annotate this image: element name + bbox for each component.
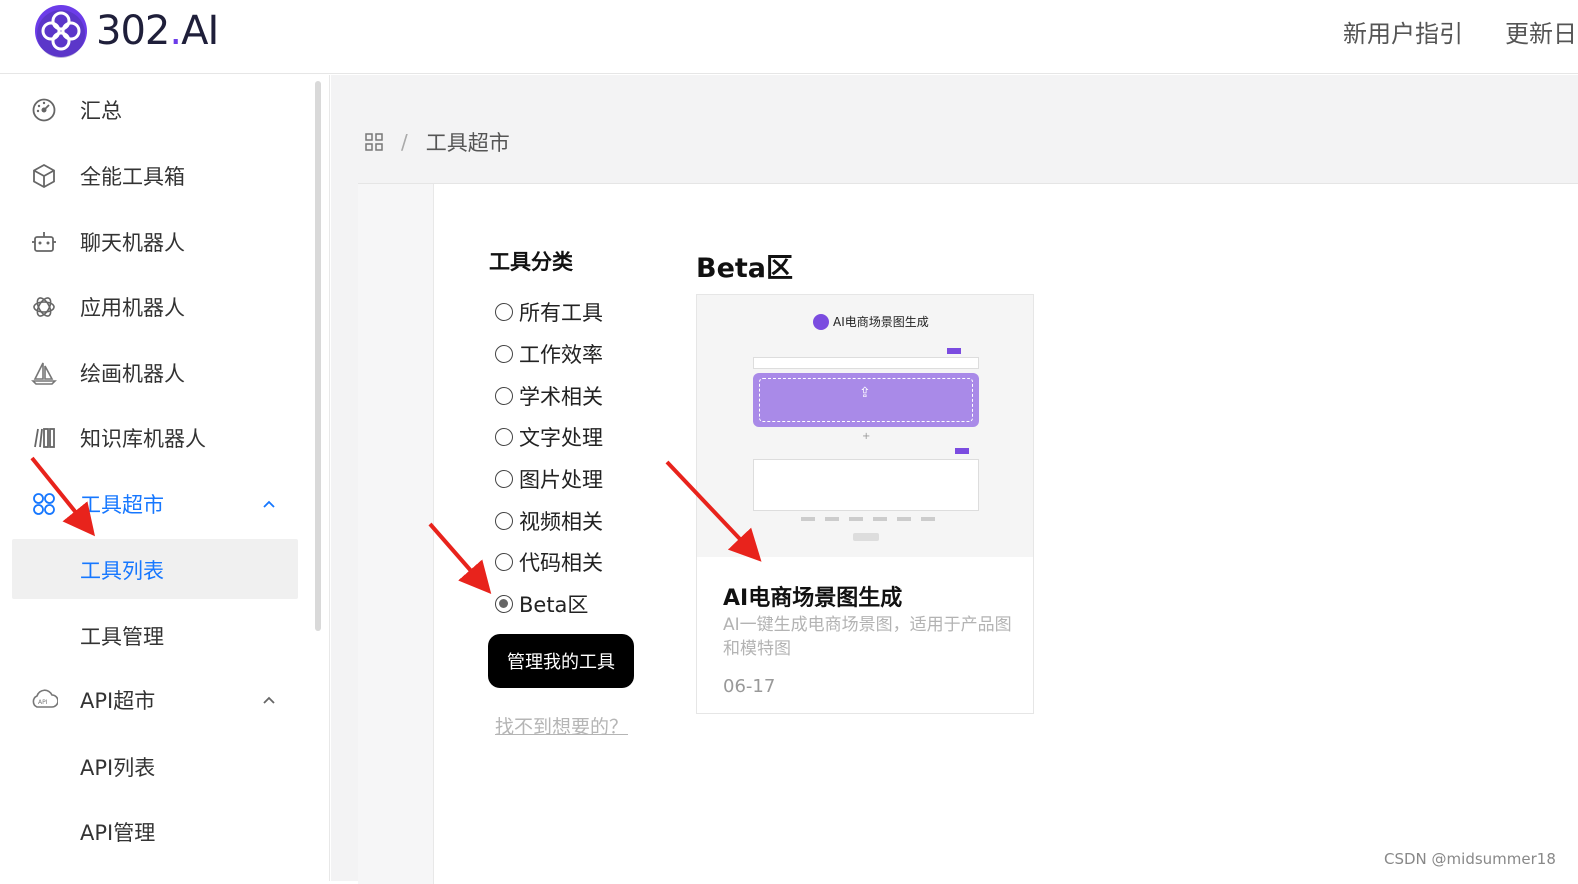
section-title: Beta区 [696, 253, 794, 284]
sidebar-subitem-tool-list[interactable]: 工具列表 [12, 539, 298, 599]
sidebar-item-label: 聊天机器人 [80, 231, 185, 255]
tool-preview-image: AI电商场景图生成 ⇪ + [697, 295, 1033, 557]
tool-card[interactable]: AI电商场景图生成 ⇪ + AI电商场景图生成 AI一键生成电商场景图，适用于产… [696, 294, 1034, 714]
sidebar-item-label: 绘画机器人 [80, 362, 185, 386]
top-header: 302.AI 新用户指引 更新日 [0, 0, 1578, 74]
svg-text:API: API [38, 699, 48, 706]
upload-icon: ⇪ [859, 385, 871, 401]
radio-button[interactable] [495, 387, 513, 405]
chevron-up-icon[interactable] [262, 693, 276, 707]
category-option[interactable]: 学术相关 [495, 381, 603, 411]
category-label: 视频相关 [519, 510, 603, 534]
content-panel: 工具分类 所有工具 工作效率 学术相关 文字处理 图片处理 视频相关 代码相关 … [358, 183, 1578, 884]
preview-logo-icon [813, 313, 829, 330]
sidebar-item-label: 全能工具箱 [80, 165, 185, 189]
grid-icon [30, 490, 58, 518]
tool-description: AI一键生成电商场景图，适用于产品图和模特图 [723, 615, 1012, 659]
cant-find-link[interactable]: 找不到想要的？ [495, 712, 628, 739]
category-label: 图片处理 [519, 468, 603, 492]
sidebar-item-app-bot[interactable]: 应用机器人 [12, 277, 298, 337]
preview-plus-icon: + [862, 431, 871, 442]
category-label: 代码相关 [519, 551, 603, 575]
sidebar-subitem-label: 工具管理 [80, 625, 164, 649]
category-option[interactable]: 工作效率 [495, 339, 603, 369]
robot-icon [30, 228, 58, 256]
cube-icon [30, 162, 58, 190]
sidebar-subitem-label: 工具列表 [80, 559, 164, 583]
header-nav: 新用户指引 更新日 [1343, 14, 1577, 49]
sidebar-scrollbar[interactable] [315, 81, 321, 631]
category-label: 学术相关 [519, 385, 603, 409]
sidebar-subitem-label: API管理 [80, 821, 156, 845]
content-gutter [358, 184, 434, 884]
tool-date: 06-17 [723, 676, 776, 697]
nav-changelog[interactable]: 更新日 [1505, 14, 1577, 49]
category-title: 工具分类 [489, 250, 573, 274]
preview-title: AI电商场景图生成 [813, 313, 929, 330]
nav-new-user-guide[interactable]: 新用户指引 [1343, 14, 1463, 49]
sidebar-subitem-api-manage[interactable]: API管理 [12, 801, 298, 861]
sidebar-subitem-tool-manage[interactable]: 工具管理 [12, 605, 298, 665]
category-label: Beta区 [519, 593, 589, 617]
sidebar-item-label: 知识库机器人 [80, 427, 206, 451]
radio-button[interactable] [495, 345, 513, 363]
sidebar-subitem-api-list[interactable]: API列表 [12, 736, 298, 796]
sidebar-item-label: 工具超市 [80, 493, 164, 517]
breadcrumb: / 工具超市 [365, 127, 510, 157]
radio-button[interactable] [495, 428, 513, 446]
books-icon [30, 424, 58, 452]
radio-button-checked[interactable] [495, 595, 513, 613]
manage-my-tools-button[interactable]: 管理我的工具 [488, 634, 634, 688]
preview-tag [955, 448, 969, 454]
category-option[interactable]: 视频相关 [495, 506, 603, 536]
main-content: / 工具超市 工具分类 所有工具 工作效率 学术相关 文字处理 图片处理 视频相… [331, 75, 1578, 884]
radio-button[interactable] [495, 553, 513, 571]
radio-button[interactable] [495, 303, 513, 321]
sidebar-subitem-label: API列表 [80, 756, 156, 780]
sidebar-item-label: 应用机器人 [80, 296, 185, 320]
sidebar-item-summary[interactable]: 汇总 [12, 80, 298, 140]
breadcrumb-separator: / [401, 130, 408, 154]
preview-textarea [753, 459, 979, 511]
sidebar-item-tool-market[interactable]: 工具超市 [12, 474, 298, 534]
logo-mark-icon [35, 5, 87, 58]
sidebar-item-label: 汇总 [80, 99, 122, 123]
brand-name: 302.AI [96, 8, 219, 54]
sidebar-item-api-market[interactable]: API API超市 [12, 670, 298, 730]
sidebar-item-label: API超市 [80, 689, 156, 713]
sidebar-item-kb-bot[interactable]: 知识库机器人 [12, 408, 298, 468]
watermark: CSDN @midsummer18 [1384, 850, 1556, 868]
preview-options [801, 517, 935, 521]
sidebar-item-drawing-bot[interactable]: 绘画机器人 [12, 343, 298, 403]
category-option[interactable]: 图片处理 [495, 464, 603, 494]
tool-title: AI电商场景图生成 [723, 586, 903, 611]
sidebar: 汇总 全能工具箱 聊天机器人 应用机器人 绘画机器人 知识库机器人 工具超市 工… [0, 75, 330, 881]
sidebar-item-chat-bot[interactable]: 聊天机器人 [12, 212, 298, 272]
grid-icon[interactable] [365, 133, 383, 151]
category-option[interactable]: 文字处理 [495, 422, 603, 452]
radio-button[interactable] [495, 512, 513, 530]
preview-button [853, 533, 879, 541]
openai-icon [30, 293, 58, 321]
category-label: 工作效率 [519, 343, 603, 367]
preview-upload-area: ⇪ [753, 373, 979, 427]
preview-tag [947, 348, 961, 354]
radio-button[interactable] [495, 470, 513, 488]
category-option[interactable]: 代码相关 [495, 547, 603, 577]
cloud-api-icon: API [30, 686, 58, 714]
sailboat-icon [30, 359, 58, 387]
chevron-up-icon[interactable] [262, 497, 276, 511]
dashboard-icon [30, 96, 58, 124]
sidebar-item-toolbox[interactable]: 全能工具箱 [12, 146, 298, 206]
breadcrumb-current: 工具超市 [425, 131, 510, 155]
category-option-selected[interactable]: Beta区 [495, 589, 588, 619]
brand-logo[interactable]: 302.AI [34, 4, 219, 58]
category-label: 文字处理 [519, 426, 603, 450]
category-label: 所有工具 [519, 301, 603, 325]
preview-input [753, 357, 979, 369]
category-option[interactable]: 所有工具 [495, 297, 603, 327]
